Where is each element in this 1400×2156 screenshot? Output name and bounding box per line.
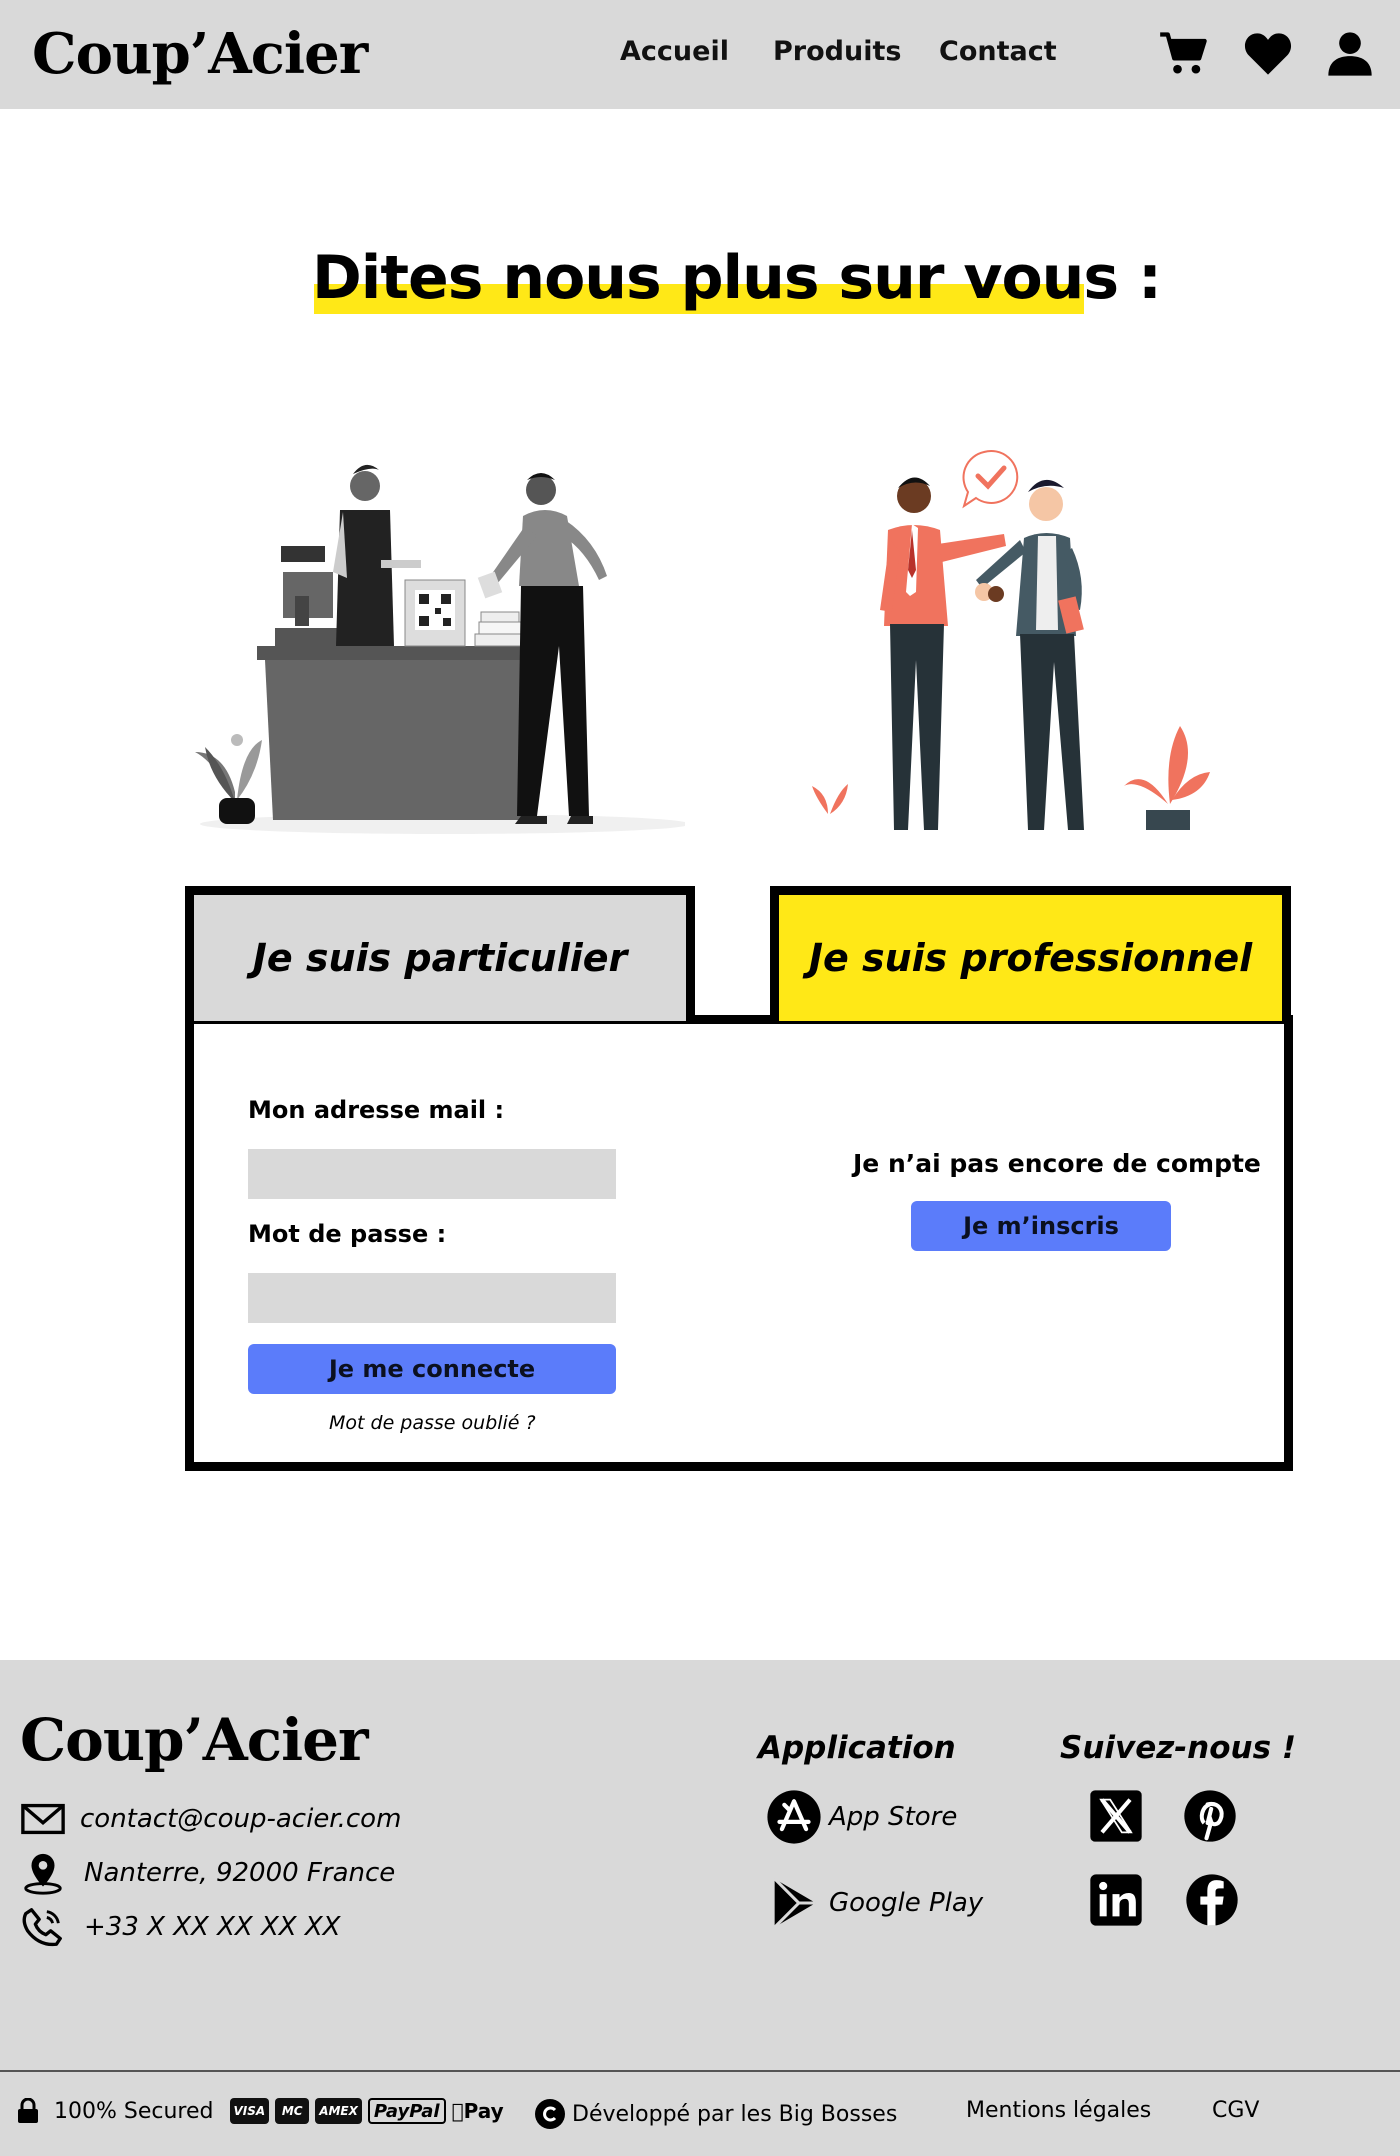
copyright-icon	[535, 2099, 565, 2129]
user-icon[interactable]	[1324, 28, 1376, 80]
app-store-icon	[767, 1790, 821, 1844]
logo[interactable]: Coup’Acier	[32, 22, 368, 86]
cgv-link[interactable]: CGV	[1212, 2098, 1259, 2123]
password-field[interactable]	[248, 1273, 616, 1323]
google-play-label: Google Play	[829, 1888, 984, 1918]
password-label: Mot de passe :	[248, 1220, 447, 1248]
lock-icon	[18, 2098, 38, 2123]
heart-icon[interactable]	[1242, 28, 1294, 80]
email-label: Mon adresse mail :	[248, 1096, 505, 1124]
header: Coup’Acier Accueil Produits Contact	[0, 0, 1400, 109]
secured-badge: 100% Secured VISA MC AMEX PayPal Pay	[16, 2098, 504, 2124]
pinterest-icon[interactable]	[1182, 1788, 1238, 1844]
amex-icon: AMEX	[315, 2098, 362, 2124]
phone-icon	[22, 1908, 62, 1947]
contact-phone[interactable]: +33 X XX XX XX XX	[20, 1904, 341, 1950]
mastercard-icon: MC	[275, 2098, 310, 2124]
login-panel: Mon adresse mail : Mot de passe : Je me …	[185, 1015, 1293, 1471]
nav-produits[interactable]: Produits	[773, 36, 901, 67]
footer: Coup’Acier contact@coup-acier.com Nanter…	[0, 1660, 1400, 2156]
contact-phone-text: +33 X XX XX XX XX	[84, 1912, 341, 1942]
legal-link[interactable]: Mentions légales	[966, 2098, 1151, 2123]
apple-pay-icon: Pay	[451, 2099, 504, 2123]
footer-divider	[0, 2070, 1400, 2072]
developed-by: Développé par les Big Bosses	[534, 2098, 897, 2130]
location-pin-icon	[24, 1853, 62, 1895]
x-icon[interactable]	[1088, 1788, 1144, 1844]
forgot-password-link[interactable]: Mot de passe oublié ?	[329, 1412, 536, 1434]
contact-address-text: Nanterre, 92000 France	[84, 1858, 396, 1888]
social-heading: Suivez-nous !	[1060, 1730, 1296, 1766]
google-play-link[interactable]: Google Play	[765, 1874, 983, 1932]
app-store-label: App Store	[829, 1802, 958, 1832]
facebook-icon[interactable]	[1184, 1872, 1240, 1928]
contact-address: Nanterre, 92000 France	[20, 1850, 395, 1896]
paypal-icon: PayPal	[367, 2098, 446, 2124]
application-heading: Application	[758, 1730, 956, 1766]
particulier-illustration	[195, 464, 685, 834]
nav-accueil[interactable]: Accueil	[620, 36, 729, 67]
secured-text: 100% Secured	[54, 2098, 214, 2124]
no-account-text: Je n’ai pas encore de compte	[853, 1149, 1261, 1178]
app-store-link[interactable]: App Store	[765, 1788, 957, 1846]
footer-logo: Coup’Acier	[20, 1706, 369, 1774]
mail-icon	[21, 1803, 65, 1835]
page-title: Dites nous plus sur vous :	[312, 243, 1162, 313]
developed-by-text: Développé par les Big Bosses	[572, 2101, 898, 2127]
visa-icon: VISA	[229, 2098, 270, 2124]
google-play-icon	[773, 1877, 816, 1929]
linkedin-icon[interactable]	[1088, 1872, 1144, 1928]
page-title-wrap: Dites nous plus sur vous :	[312, 240, 1162, 320]
signup-button[interactable]: Je m’inscris	[911, 1201, 1171, 1251]
login-button[interactable]: Je me connecte	[248, 1344, 616, 1394]
contact-email-text: contact@coup-acier.com	[80, 1804, 402, 1834]
nav-contact[interactable]: Contact	[939, 36, 1057, 67]
contact-email[interactable]: contact@coup-acier.com	[20, 1796, 401, 1842]
email-field[interactable]	[248, 1149, 616, 1199]
tab-professionnel[interactable]: Je suis professionnel	[770, 886, 1291, 1021]
professionnel-illustration	[812, 449, 1210, 830]
cart-icon[interactable]	[1158, 28, 1210, 80]
tab-particulier[interactable]: Je suis particulier	[185, 886, 695, 1021]
